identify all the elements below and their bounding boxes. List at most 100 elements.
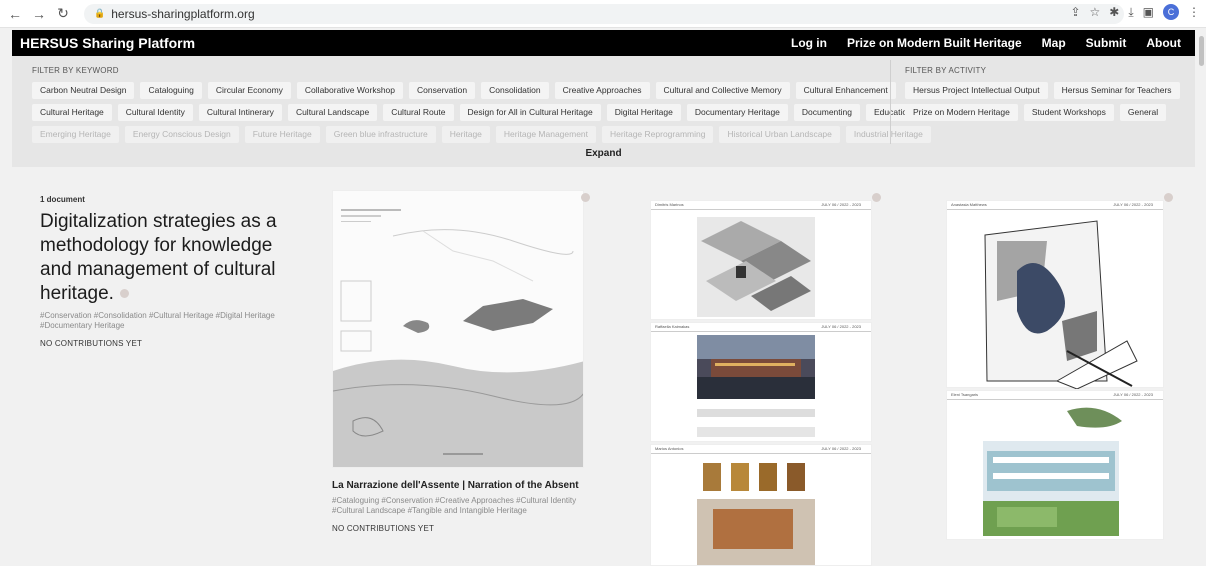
activity-tag[interactable]: Hersus Seminar for Teachers xyxy=(1053,82,1180,99)
status-dot xyxy=(872,193,881,202)
poster-drawing xyxy=(333,209,583,467)
contribution-status: NO CONTRIBUTIONS YET xyxy=(40,339,143,348)
keyword-filter-label: FILTER BY KEYWORD xyxy=(32,66,119,75)
keyword-tag[interactable]: Future Heritage xyxy=(244,126,320,143)
keyword-row: Carbon Neutral Design Cataloguing Circul… xyxy=(32,82,931,99)
activity-tag[interactable]: General xyxy=(1119,104,1167,121)
keyword-tag[interactable]: Circular Economy xyxy=(207,82,291,99)
project-thumbnail[interactable] xyxy=(332,190,584,468)
nav-submit[interactable]: Submit xyxy=(1086,36,1127,50)
keyword-tag[interactable]: Cultural Route xyxy=(383,104,454,121)
status-dot xyxy=(119,289,129,299)
sheet-author: Raffaella Kaimakas xyxy=(655,324,690,329)
keyword-tag[interactable]: Carbon Neutral Design xyxy=(32,82,135,99)
document-count: 1 document xyxy=(40,195,85,204)
bookmark-star-icon[interactable]: ☆ xyxy=(1090,5,1101,19)
project-title[interactable]: La Narrazione dell'Assente | Narration o… xyxy=(332,480,587,491)
sheet-author: Dimitris Marinos xyxy=(655,202,684,207)
keyword-tag[interactable]: Design for All in Cultural Heritage xyxy=(459,104,601,121)
keyword-tag[interactable]: Cultural Identity xyxy=(117,104,193,121)
keyword-tag[interactable]: Collaborative Workshop xyxy=(296,82,404,99)
keyword-tag[interactable]: Documentary Heritage xyxy=(686,104,788,121)
keyword-tag[interactable]: Creative Approaches xyxy=(554,82,650,99)
keyword-tag[interactable]: Heritage Management xyxy=(495,126,597,143)
sheet-meta: JULY 06 / 2022 - 2023 xyxy=(821,202,861,207)
site-header: HERSUS Sharing Platform Log in Prize on … xyxy=(12,30,1195,56)
keyword-tag[interactable]: Energy Conscious Design xyxy=(124,126,239,143)
lock-icon: 🔒 xyxy=(94,8,106,18)
expand-filters-button[interactable]: Expand xyxy=(12,148,1195,159)
sheet-thumbnail[interactable]: Raffaella Kaimakas JULY 06 / 2022 - 2023 xyxy=(650,322,872,442)
sheet-meta: JULY 06 / 2022 - 2023 xyxy=(821,446,861,451)
sidepanel-icon[interactable]: ▣ xyxy=(1143,5,1154,19)
extensions-icon[interactable]: ✱ xyxy=(1109,5,1119,19)
page-scrollbar[interactable] xyxy=(1197,30,1206,566)
sheet-author: Marios Antonios xyxy=(655,446,684,451)
activity-tag[interactable]: Hersus Project Intellectual Output xyxy=(905,82,1048,99)
activity-tag[interactable]: Student Workshops xyxy=(1023,104,1114,121)
keyword-tag[interactable]: Consolidation xyxy=(481,82,549,99)
keyword-tag[interactable]: Cultural Intinerary xyxy=(198,104,282,121)
sheet-meta: JULY 06 / 2022 - 2023 xyxy=(821,324,861,329)
nav-map[interactable]: Map xyxy=(1042,36,1066,50)
activity-tag[interactable]: Prize on Modern Heritage xyxy=(905,104,1018,121)
landscape-render xyxy=(983,407,1122,536)
keyword-tag[interactable]: Cultural Heritage xyxy=(32,104,112,121)
keyword-tag[interactable]: Digital Heritage xyxy=(606,104,681,121)
keyword-tag[interactable]: Cultural Landscape xyxy=(287,104,378,121)
keyword-tag[interactable]: Cultural Enhancement xyxy=(795,82,896,99)
profile-avatar[interactable]: C xyxy=(1163,4,1179,20)
nav-about[interactable]: About xyxy=(1146,36,1181,50)
sheet-thumbnail[interactable]: Eleni Tsangaris JULY 06 / 2022 - 2023 xyxy=(946,390,1164,540)
scrollbar-thumb[interactable] xyxy=(1199,36,1204,66)
sheet-author: Anastasia Matthews xyxy=(951,202,987,207)
axonometric-drawing xyxy=(697,217,815,317)
card-title[interactable]: Digitalization strategies as a methodolo… xyxy=(40,210,300,306)
keyword-tag[interactable]: Emerging Heritage xyxy=(32,126,119,143)
reload-icon[interactable]: ↻ xyxy=(54,5,72,22)
keyword-tags: Carbon Neutral Design Cataloguing Circul… xyxy=(32,82,931,148)
keyword-tag[interactable]: Conservation xyxy=(409,82,476,99)
address-bar[interactable]: 🔒 hersus-sharingplatform.org xyxy=(84,3,1124,24)
keyword-tag[interactable]: Heritage Reprogramming xyxy=(602,126,714,143)
status-dot xyxy=(1164,193,1173,202)
nav-login[interactable]: Log in xyxy=(791,36,827,50)
keyword-row: Emerging Heritage Energy Conscious Desig… xyxy=(32,126,931,143)
filter-divider xyxy=(890,60,891,144)
sheet-rule xyxy=(947,399,1163,400)
download-icon[interactable]: ⤓ xyxy=(1128,5,1133,20)
sheet-thumbnail[interactable]: Anastasia Matthews JULY 06 / 2022 - 2023 xyxy=(946,200,1164,389)
sheet-thumbnail[interactable]: Dimitris Marinos JULY 06 / 2022 - 2023 xyxy=(650,200,872,320)
activity-filter-label: FILTER BY ACTIVITY xyxy=(905,66,987,75)
forward-icon[interactable]: → xyxy=(30,6,48,22)
activity-row: Prize on Modern Heritage Student Worksho… xyxy=(905,104,1180,121)
sheet-rule xyxy=(651,453,871,454)
keyword-tag[interactable]: Documenting xyxy=(793,104,860,121)
project-card[interactable]: Dimitris Marinos JULY 06 / 2022 - 2023 R… xyxy=(650,200,872,566)
keyword-tag[interactable]: Cataloguing xyxy=(140,82,202,99)
collection-card[interactable]: 1 document Digitalization strategies as … xyxy=(40,195,300,348)
filter-panel: FILTER BY KEYWORD Carbon Neutral Design … xyxy=(12,56,1195,167)
sheet-rule xyxy=(651,209,871,210)
keyword-tag[interactable]: Historical Urban Landscape xyxy=(719,126,840,143)
card-title-text: Digitalization strategies as a methodolo… xyxy=(40,211,277,304)
status-dot xyxy=(581,193,590,202)
sheet-meta: JULY 06 / 2022 - 2023 xyxy=(1113,202,1153,207)
keyword-tag[interactable]: Cultural and Collective Memory xyxy=(655,82,790,99)
keyword-tag[interactable]: Heritage xyxy=(441,126,490,143)
card-hashtags: #Conservation #Consolidation #Cultural H… xyxy=(40,311,275,330)
render-image xyxy=(697,335,815,437)
nav-prize[interactable]: Prize on Modern Built Heritage xyxy=(847,36,1022,50)
sketch-illustration xyxy=(984,220,1138,389)
sheet-author: Eleni Tsangaris xyxy=(951,392,979,397)
keyword-tag[interactable]: Industrial Heritage xyxy=(845,126,931,143)
share-icon[interactable]: ⇪ xyxy=(1070,5,1080,19)
keyword-tag[interactable]: Green blue infrastructure xyxy=(325,126,436,143)
project-card[interactable]: La Narrazione dell'Assente | Narration o… xyxy=(332,190,587,533)
sheet-thumbnail[interactable]: Marios Antonios JULY 06 / 2022 - 2023 xyxy=(650,444,872,566)
project-card[interactable]: Anastasia Matthews JULY 06 / 2022 - 2023… xyxy=(946,200,1164,540)
site-brand[interactable]: HERSUS Sharing Platform xyxy=(20,35,195,51)
back-icon[interactable]: ← xyxy=(6,6,24,22)
menu-kebab-icon[interactable]: ⋮ xyxy=(1188,5,1200,19)
project-hashtags: #Cataloguing #Conservation #Creative App… xyxy=(332,496,577,515)
